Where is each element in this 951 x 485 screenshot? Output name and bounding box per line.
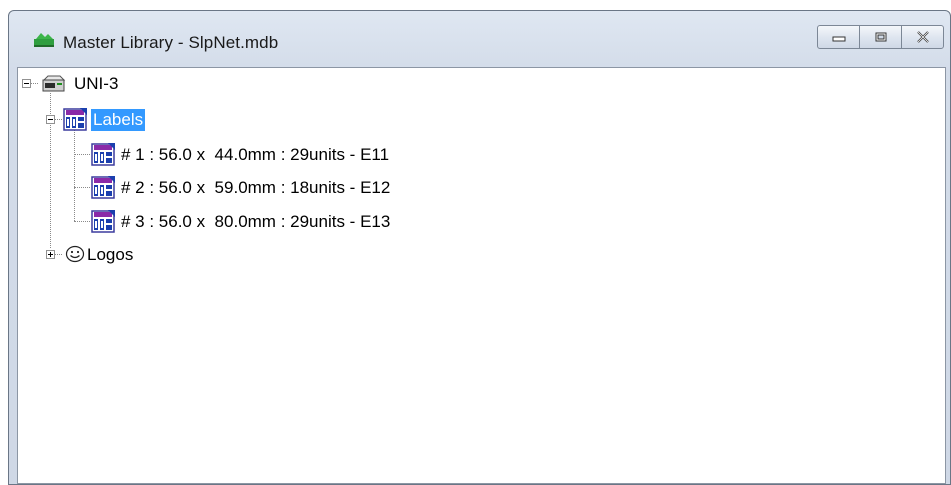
tree-connector xyxy=(74,187,90,189)
tree-connector xyxy=(74,154,90,156)
library-tree: UNI-3 Labels # 1: 56.0 x 44.0mm: 29uni… xyxy=(18,68,945,483)
close-icon xyxy=(916,31,929,43)
logos-expand-toggle[interactable] xyxy=(46,250,55,259)
label-layout-icon xyxy=(91,176,115,199)
tree-connector xyxy=(54,119,62,121)
window-title: Master Library - SlpNet.mdb xyxy=(63,33,279,52)
smiley-face-icon xyxy=(65,245,85,263)
label-layout-icon xyxy=(91,210,115,233)
tree-node-uni-3[interactable]: UNI-3 xyxy=(72,73,120,95)
tree-node-label-3[interactable]: # 3 : 56.0 x 80.0mm : 29units - E13 xyxy=(119,211,392,233)
database-drive-icon xyxy=(42,75,66,92)
label-layout-icon xyxy=(63,108,87,131)
tree-node-logos[interactable]: Logos xyxy=(85,244,135,266)
minimize-icon xyxy=(832,36,845,42)
title-bar[interactable]: Master Library - SlpNet.mdb xyxy=(9,11,950,67)
tree-connector xyxy=(74,125,76,221)
restore-icon xyxy=(875,32,886,42)
tree-connector xyxy=(74,221,90,223)
window-controls xyxy=(817,25,944,51)
tree-connector xyxy=(30,83,38,85)
minimize-button[interactable] xyxy=(817,25,860,49)
tree-view-pane[interactable]: UNI-3 Labels # 1: 56.0 x 44.0mm: 29uni… xyxy=(17,67,946,484)
master-library-window: Master Library - SlpNet.mdb UNI-3 Labels… xyxy=(8,10,951,485)
tree-node-labels[interactable]: Labels xyxy=(91,109,146,131)
label-layout-icon xyxy=(91,143,115,166)
labels-collapse-toggle[interactable] xyxy=(46,115,55,124)
tree-node-label-1[interactable]: # 1 : 56.0 x 44.0mm : 29units - E11 xyxy=(119,144,391,166)
tree-node-label-2[interactable]: # 2 : 56.0 x 59.0mm : 18units - E12 xyxy=(119,177,392,199)
restore-button[interactable] xyxy=(859,25,902,49)
tree-connector xyxy=(54,254,62,256)
close-button[interactable] xyxy=(901,25,944,49)
app-icon xyxy=(34,33,54,47)
root-collapse-toggle[interactable] xyxy=(22,79,31,88)
